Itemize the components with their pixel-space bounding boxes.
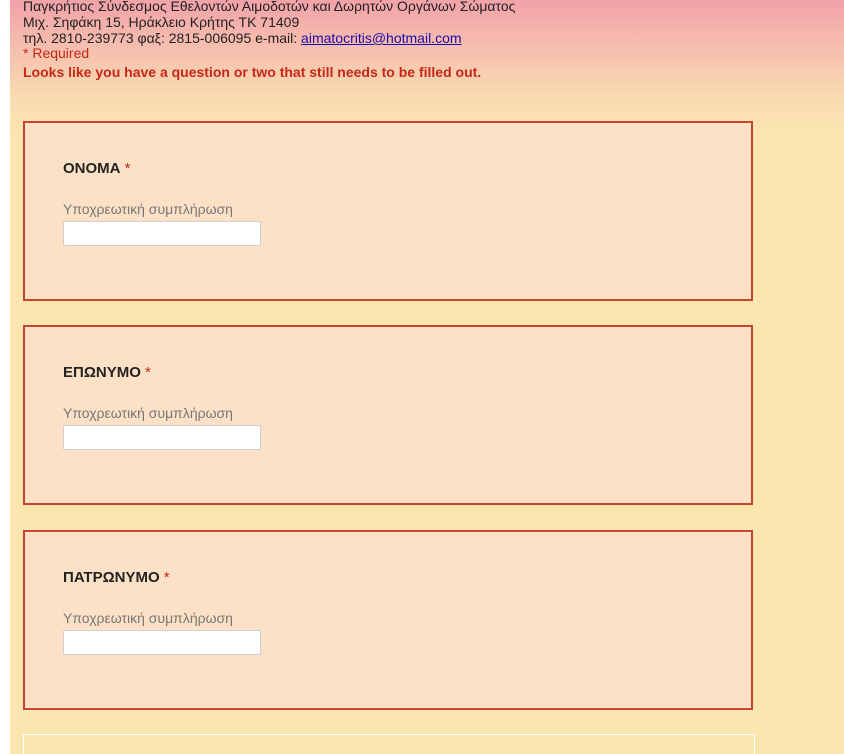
question-card-eponymo: ΕΠΩΝΥΜΟ * Υποχρεωτική συμπλήρωση [23,325,753,505]
required-star: * [124,160,131,177]
question-label: ΕΠΩΝΥΜΟ [63,364,141,381]
required-star: * [163,569,170,586]
question-help-text: Υποχρεωτική συμπλήρωση [63,405,233,421]
left-margin [0,0,10,754]
question-card-onoma: ΟΝΟΜΑ * Υποχρεωτική συμπλήρωση [23,121,753,301]
required-star: * [145,364,151,381]
question-title: ΟΝΟΜΑ * [63,160,131,177]
required-note: * Required [23,45,90,61]
question-title: ΠΑΤΡΩΝΥΜΟ * [63,569,170,586]
form-page: Παγκρήτιος Σύνδεσμος Εθελοντών Αιμοδοτών… [0,0,844,754]
contact-details: τηλ. 2810-239773 φαξ: 2815-006095 e-mail… [23,30,302,46]
question-help-text: Υποχρεωτική συμπλήρωση [63,610,233,626]
form-header: Παγκρήτιος Σύνδεσμος Εθελοντών Αιμοδοτών… [23,0,763,81]
patronymo-input[interactable] [63,630,261,655]
validation-error-message: Looks like you have a question or two th… [23,64,482,80]
organization-name: Παγκρήτιος Σύνδεσμος Εθελοντών Αιμοδοτών… [23,0,516,14]
next-question-card [23,734,755,754]
question-label: ΟΝΟΜΑ [63,160,121,177]
question-card-patronymo: ΠΑΤΡΩΝΥΜΟ * Υποχρεωτική συμπλήρωση [23,530,753,710]
question-help-text: Υποχρεωτική συμπλήρωση [63,201,233,217]
onoma-input[interactable] [63,221,261,246]
question-label: ΠΑΤΡΩΝΥΜΟ [63,569,160,586]
organization-contact: τηλ. 2810-239773 φαξ: 2815-006095 e-mail… [23,30,763,46]
email-link[interactable]: aimatocritis@hotmail.com [301,30,461,46]
question-title: ΕΠΩΝΥΜΟ * [63,364,151,381]
organization-address: Μιχ. Σηφάκη 15, Ηράκλειο Κρήτης ΤΚ 71409 [23,14,300,30]
eponymo-input[interactable] [63,425,261,450]
